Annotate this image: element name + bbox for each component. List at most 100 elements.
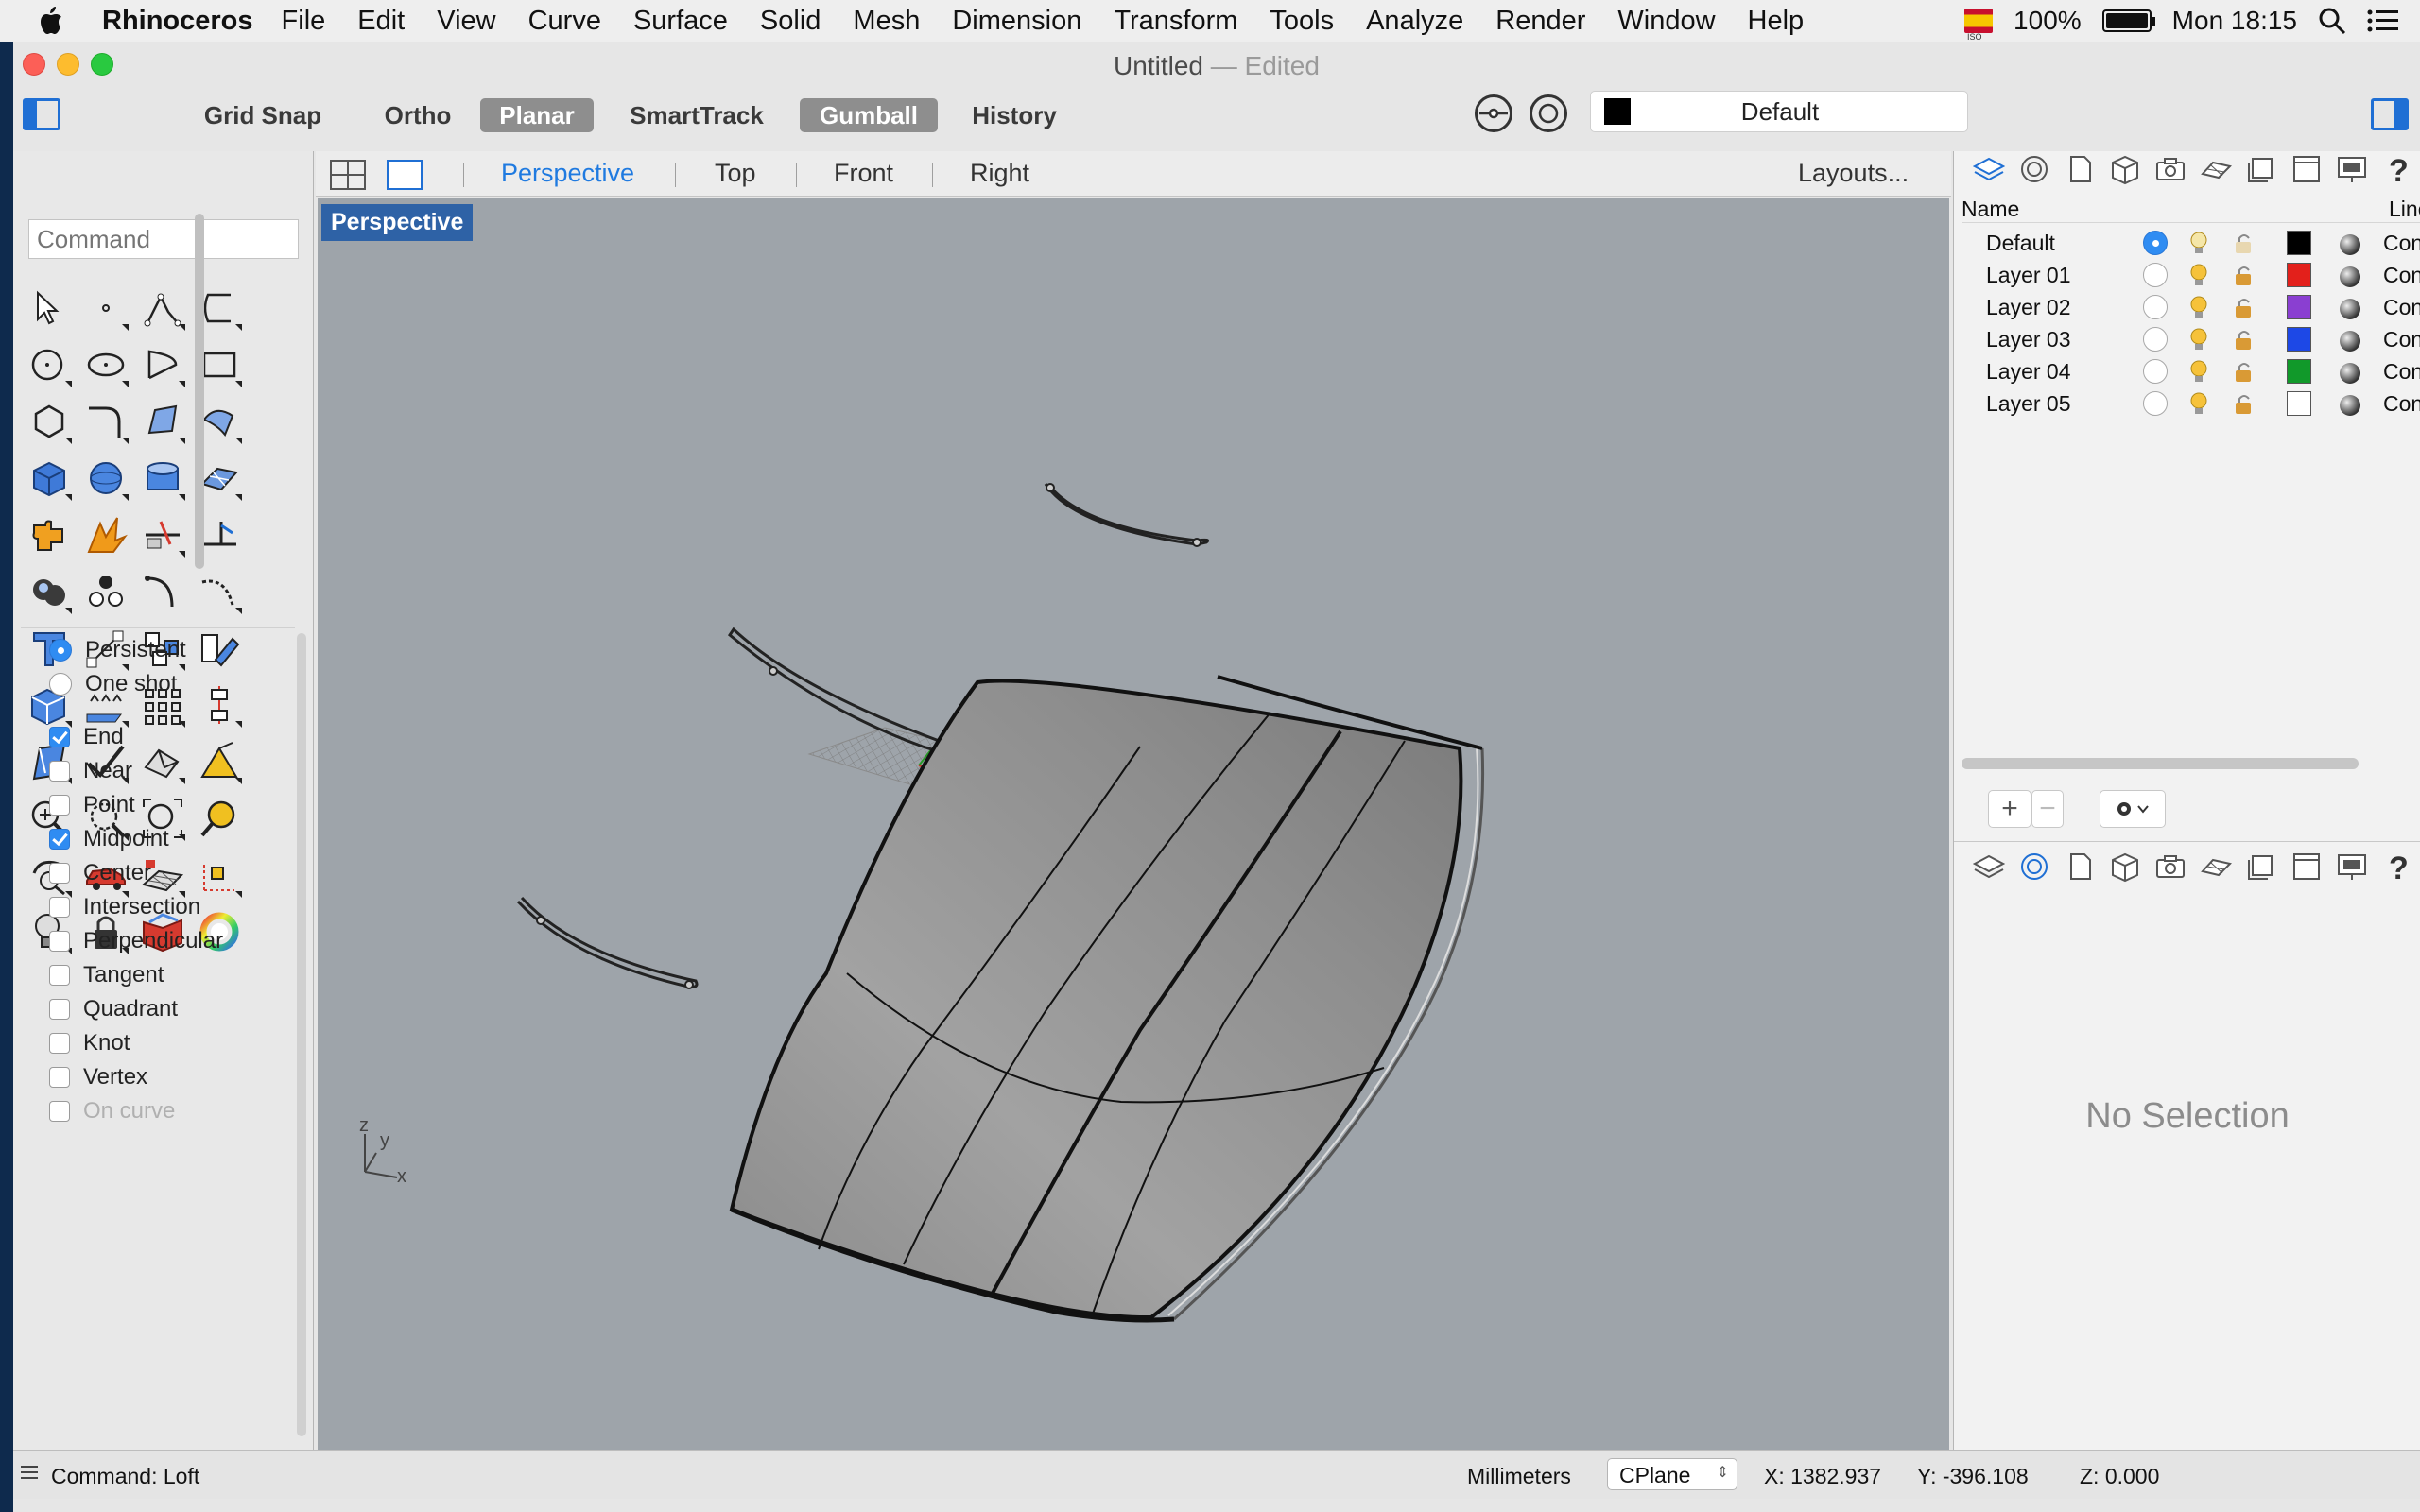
zoom-selected-icon[interactable] (197, 796, 242, 841)
layer-color-swatch[interactable] (2287, 231, 2311, 255)
osnap-option[interactable]: Near (49, 758, 132, 784)
grid-snap-toggle[interactable]: Grid Snap (199, 98, 327, 132)
osnap-checkbox[interactable] (49, 1067, 70, 1088)
layer-visibility-bulb-icon[interactable] (2188, 231, 2209, 255)
boolean-split-icon[interactable] (83, 569, 129, 614)
osnap-option[interactable]: Midpoint (49, 826, 169, 852)
osnap-option[interactable]: Tangent (49, 962, 164, 988)
polygon-icon[interactable] (26, 399, 72, 444)
layer-visibility-bulb-icon[interactable] (2188, 359, 2209, 384)
command-input[interactable] (28, 219, 299, 259)
lofted-surface[interactable] (729, 675, 1485, 1323)
ortho-toggle[interactable]: Ortho (371, 98, 465, 132)
cplanes-icon[interactable] (2200, 153, 2232, 185)
menu-render[interactable]: Render (1495, 6, 1585, 37)
tool-palette-scrollbar[interactable] (195, 214, 204, 569)
osnap-checkbox[interactable] (49, 931, 70, 952)
clock[interactable]: Mon 18:15 (2172, 6, 2297, 36)
layer-lock-icon[interactable] (2234, 232, 2255, 255)
spotlight-search-icon[interactable] (2318, 7, 2346, 35)
notes-icon[interactable] (2290, 153, 2323, 185)
layer-visibility-bulb-icon[interactable] (2188, 295, 2209, 319)
layer-current-radio[interactable] (2143, 231, 2168, 255)
layer-row[interactable]: Layer 04 Cont (1954, 355, 2420, 387)
layer-lock-icon[interactable] (2234, 361, 2255, 384)
osnap-checkbox[interactable] (49, 965, 70, 986)
edit-pencil-icon[interactable] (197, 626, 242, 671)
layer-options-gear-icon[interactable] (2100, 790, 2166, 828)
layouts-icon[interactable] (2245, 153, 2277, 185)
box-icon[interactable] (26, 455, 72, 501)
gumball-toggle[interactable]: Gumball (800, 98, 938, 132)
named-views-camera-icon[interactable] (2154, 850, 2187, 883)
object-snap-icon[interactable] (1475, 94, 1512, 132)
puzzle-transform-icon[interactable] (26, 512, 72, 558)
layer-material-icon[interactable] (2340, 363, 2360, 384)
tab-perspective[interactable]: Perspective (501, 159, 634, 188)
layer-material-icon[interactable] (2340, 299, 2360, 319)
surface-from-points-icon[interactable] (140, 399, 185, 444)
layer-row[interactable]: Layer 01 Cont (1954, 259, 2420, 291)
menu-tools[interactable]: Tools (1270, 6, 1334, 37)
arc-icon[interactable] (140, 342, 185, 387)
cplane-selector[interactable]: CPlane ⇕ (1607, 1458, 1737, 1490)
current-layer-selector[interactable]: Default (1590, 91, 1968, 132)
layer-visibility-bulb-icon[interactable] (2188, 263, 2209, 287)
layer-row[interactable]: Layer 03 Cont (1954, 323, 2420, 355)
menu-solid[interactable]: Solid (760, 6, 821, 37)
circle-icon[interactable] (26, 342, 72, 387)
properties-icon[interactable] (2018, 153, 2050, 185)
menu-edit[interactable]: Edit (357, 6, 405, 37)
named-views-camera-icon[interactable] (2154, 153, 2187, 185)
right-sidebar-toggle-icon[interactable] (2371, 98, 2409, 130)
apple-icon[interactable] (36, 5, 74, 37)
layer-material-icon[interactable] (2340, 266, 2360, 287)
input-source-flag-icon[interactable]: ISO (1964, 9, 1994, 42)
menu-window[interactable]: Window (1617, 6, 1715, 37)
osnap-checkbox[interactable] (49, 863, 70, 884)
layer-table-scrollbar[interactable] (1962, 758, 2359, 769)
osnap-checkbox[interactable] (49, 829, 70, 850)
tab-top[interactable]: Top (715, 159, 756, 188)
planar-toggle[interactable]: Planar (480, 98, 594, 132)
osnap-checkbox[interactable] (49, 1101, 70, 1122)
display-mode-icon[interactable] (2109, 153, 2141, 185)
layouts-icon[interactable] (2245, 850, 2277, 883)
osnap-option[interactable]: Center (49, 860, 151, 886)
smarttrack-toggle[interactable]: SmartTrack (626, 98, 768, 132)
draft-angle-icon[interactable] (197, 739, 242, 784)
document-icon[interactable] (2064, 153, 2096, 185)
osnap-option[interactable]: Point (49, 792, 135, 818)
display-mode-icon[interactable] (2109, 850, 2141, 883)
layer-linetype[interactable]: Cont (2383, 391, 2420, 417)
four-viewports-icon[interactable] (329, 159, 367, 198)
osnap-option[interactable]: Perpendicular (49, 928, 223, 954)
layer-linetype[interactable]: Cont (2383, 359, 2420, 385)
osnap-checkbox[interactable] (49, 795, 70, 816)
minimize-window-button[interactable] (57, 53, 79, 76)
menu-view[interactable]: View (437, 6, 495, 37)
layer-linetype[interactable]: Cont (2383, 295, 2420, 320)
sphere-icon[interactable] (83, 455, 129, 501)
osnap-checkbox[interactable] (49, 999, 70, 1020)
layer-lock-icon[interactable] (2234, 393, 2255, 416)
render-display-icon[interactable] (2336, 153, 2368, 185)
layer-linetype[interactable]: Cont (2383, 231, 2420, 256)
layer-lock-icon[interactable] (2234, 329, 2255, 352)
notification-center-icon[interactable] (2367, 9, 2399, 33)
cplanes-icon[interactable] (2200, 850, 2232, 883)
layer-color-swatch[interactable] (2287, 295, 2311, 319)
command-history-icon[interactable] (19, 1462, 40, 1488)
cylinder-icon[interactable] (140, 455, 185, 501)
properties-icon[interactable] (2018, 850, 2050, 883)
layer-color-swatch[interactable] (2287, 327, 2311, 352)
menu-surface[interactable]: Surface (633, 6, 728, 37)
osnap-option[interactable]: Knot (49, 1030, 130, 1057)
point-icon[interactable] (83, 285, 129, 331)
help-icon[interactable]: ? (2381, 850, 2413, 886)
osnap-checkbox[interactable] (49, 1033, 70, 1054)
app-menu[interactable]: Rhinoceros (102, 6, 253, 37)
select-arrow-icon[interactable] (26, 285, 72, 331)
close-window-button[interactable] (23, 53, 45, 76)
zoom-window-button[interactable] (91, 53, 113, 76)
